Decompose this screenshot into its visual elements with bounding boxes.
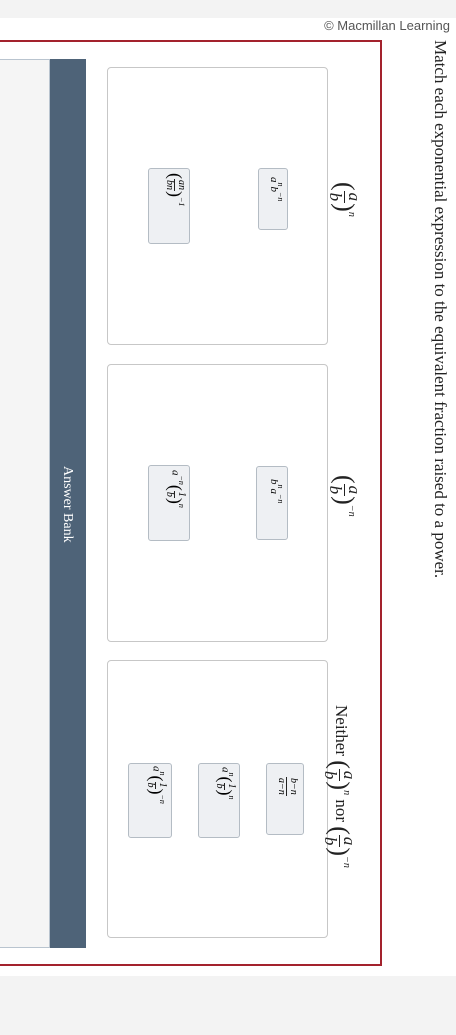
zone-3-header: Neither (a b)n nor (a b)−n (321, 705, 359, 868)
tile-z3-3-expr: an(1 b)−n (145, 766, 169, 804)
copyright-credit: © Macmillan Learning (324, 18, 450, 33)
tile-z2-1-expr: bna−n (268, 479, 285, 504)
tile-z1-1-expr: anb−n (268, 177, 285, 202)
answer-bank-label: Answer Bank (60, 466, 75, 543)
zone-1-header: (a b)n (326, 182, 364, 217)
page-top-bar (0, 0, 456, 18)
drop-zone-2[interactable] (107, 364, 328, 642)
drop-zone-1[interactable] (107, 67, 328, 345)
tile-z3-2-expr: an(1 b)n (214, 767, 238, 800)
instruction-text: Match each exponential expression to the… (431, 40, 450, 579)
answer-bank-area[interactable] (0, 59, 50, 948)
tile-z2-2-expr: a−n(1 b)n (164, 470, 188, 508)
tile-z3-1[interactable] (266, 763, 304, 835)
tile-z3-1-expr: b−n a−n (276, 777, 299, 796)
tile-z1-2-expr: (an bn)−1 (164, 173, 188, 207)
zone-2-header: (a b)−n (326, 475, 364, 517)
